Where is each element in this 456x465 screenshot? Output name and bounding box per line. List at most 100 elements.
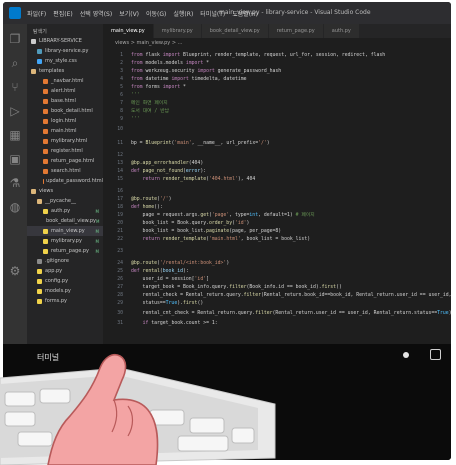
- file-tree-item[interactable]: search.html: [27, 166, 103, 176]
- code-line[interactable]: 24 @bp.route('/rental/<int:book_id>'): [103, 260, 451, 268]
- code-line[interactable]: 29 status==True).first(): [103, 300, 451, 308]
- code-line[interactable]: 23: [103, 248, 451, 256]
- file-tree-item[interactable]: models.py: [27, 286, 103, 296]
- editor-tabs: main_view.py mylibrary.py book_detail_view…: [103, 24, 451, 38]
- file-tree-item[interactable]: library-service.py: [27, 46, 103, 56]
- file-tree-item[interactable]: main_view.py M: [27, 226, 103, 236]
- code-line[interactable]: 1 from flask import Blueprint, render_tem…: [103, 52, 451, 60]
- line-number: 5: [120, 85, 123, 90]
- files-icon[interactable]: ❐: [8, 32, 22, 46]
- code-line[interactable]: 4 from datetime import timedelta, datetim…: [103, 76, 451, 84]
- file-type-icon: [37, 268, 42, 274]
- file-tree-label: forms.py: [45, 298, 67, 304]
- code-line[interactable]: 2 from models.models import *: [103, 60, 451, 68]
- gear-icon[interactable]: ⚙: [8, 264, 22, 278]
- line-number: 10: [117, 127, 123, 132]
- file-tree-label: models.py: [45, 288, 71, 294]
- code-line[interactable]: 20 book_list = Book.query.order_by('id'): [103, 220, 451, 228]
- git-status-badge: M: [95, 208, 99, 214]
- file-tree-item[interactable]: __pycache__: [27, 196, 103, 206]
- file-type-icon: [31, 188, 36, 194]
- code-line[interactable]: 10: [103, 126, 451, 134]
- code-line[interactable]: 8 도서 대여 / 반납: [103, 108, 451, 116]
- code-line[interactable]: 6 ''': [103, 92, 451, 100]
- menu-item[interactable]: 편집(E): [53, 9, 73, 18]
- file-tree-item[interactable]: forms.py: [27, 296, 103, 306]
- code-line[interactable]: 11 bp = Blueprint('main', __name__, url_p…: [103, 140, 451, 148]
- code-line[interactable]: 14 def page_not_found(error):: [103, 168, 451, 176]
- code-line[interactable]: 9 ''': [103, 116, 451, 124]
- open-in-new-window-icon[interactable]: [430, 349, 441, 360]
- code-line[interactable]: 21 book_list = book_list.paginate(page, …: [103, 228, 451, 236]
- file-type-icon: [43, 88, 48, 94]
- run-debug-icon[interactable]: ▷: [8, 104, 22, 118]
- menu-item[interactable]: 실행(R): [173, 9, 193, 18]
- code-line[interactable]: 19 page = request.args.get('page', type=…: [103, 212, 451, 220]
- code-line[interactable]: 22 return render_template('main.html', b…: [103, 236, 451, 244]
- file-tree-item[interactable]: update_password.html: [27, 176, 103, 186]
- file-tree-item[interactable]: login.html: [27, 116, 103, 126]
- file-tree-label: book_detail.html: [51, 108, 93, 114]
- code-line[interactable]: 12: [103, 152, 451, 160]
- code-text: status==True).first(): [131, 301, 204, 306]
- file-tree-item[interactable]: _navbar.html: [27, 76, 103, 86]
- file-tree-item[interactable]: .gitignore: [27, 256, 103, 266]
- code-editor[interactable]: 1 from flask import Blueprint, render_tem…: [103, 48, 451, 344]
- code-line[interactable]: 5 from forms import *: [103, 84, 451, 92]
- code-line[interactable]: 27 target_book = Book_info.query.filter(…: [103, 284, 451, 292]
- file-tree-item[interactable]: views: [27, 186, 103, 196]
- file-tree-label: base.html: [51, 98, 76, 104]
- editor-tab[interactable]: auth.py: [323, 24, 360, 38]
- menu-item[interactable]: 선택 영역(S): [80, 9, 112, 18]
- editor-tab[interactable]: book_detail_view.py: [201, 24, 269, 38]
- file-tree-item[interactable]: register.html: [27, 146, 103, 156]
- editor-tab[interactable]: return_page.py: [268, 24, 324, 38]
- extensions-icon[interactable]: ▦: [8, 128, 22, 142]
- file-type-icon: [43, 208, 48, 214]
- database-icon[interactable]: ◍: [8, 200, 22, 214]
- code-text: def page_not_found(error):: [131, 169, 207, 174]
- file-tree-item[interactable]: book_detail.html: [27, 106, 103, 116]
- code-line[interactable]: 7 메인 화면 페이지: [103, 100, 451, 108]
- file-tree-item[interactable]: templates: [27, 66, 103, 76]
- code-line[interactable]: 13 @bp.app_errorhandler(404): [103, 160, 451, 168]
- file-tree-item[interactable]: main.html: [27, 126, 103, 136]
- file-tree-item[interactable]: alert.html: [27, 86, 103, 96]
- file-tree-item[interactable]: book_detail_view.py M: [27, 216, 103, 226]
- testing-icon[interactable]: ⚗: [8, 176, 22, 190]
- editor-tab[interactable]: mylibrary.py: [153, 24, 202, 38]
- file-tree-item[interactable]: mylibrary.py M: [27, 236, 103, 246]
- code-line[interactable]: 18 def home():: [103, 204, 451, 212]
- file-tree-item[interactable]: LIBRARY-SERVICE: [27, 36, 103, 46]
- menu-item[interactable]: 이동(G): [146, 9, 166, 18]
- file-tree-item[interactable]: app.py: [27, 266, 103, 276]
- code-line[interactable]: 31 if target_book.count >= 1:: [103, 320, 451, 328]
- code-line[interactable]: 25 def rental(book_id):: [103, 268, 451, 276]
- code-line[interactable]: 17 @bp.route('/'): [103, 196, 451, 204]
- file-tree-item[interactable]: base.html: [27, 96, 103, 106]
- code-line[interactable]: 30 rental_cnt_check = Rental_return.quer…: [103, 310, 451, 318]
- code-text: from flask import Blueprint, render_temp…: [131, 53, 386, 58]
- file-tree-item[interactable]: config.py: [27, 276, 103, 286]
- file-tree-item[interactable]: return_page.html: [27, 156, 103, 166]
- source-control-icon[interactable]: ⑂: [8, 80, 22, 94]
- remote-icon[interactable]: ▣: [8, 152, 22, 166]
- file-tree-label: main.html: [51, 128, 77, 134]
- code-line[interactable]: 26 user_id = session['id']: [103, 276, 451, 284]
- tab-terminal[interactable]: 터미널: [37, 352, 59, 363]
- file-tree-item[interactable]: auth.py M: [27, 206, 103, 216]
- code-line[interactable]: 16: [103, 188, 451, 196]
- code-line[interactable]: 15 return render_template('404.html'), 4…: [103, 176, 451, 184]
- file-tree-item[interactable]: return_page.py M: [27, 246, 103, 256]
- code-line[interactable]: 3 from werkzeug.security import generate_…: [103, 68, 451, 76]
- file-tree-item[interactable]: my_style.css: [27, 56, 103, 66]
- breadcrumb[interactable]: views > main_view.py > ...: [103, 38, 451, 48]
- menu-item[interactable]: 파일(F): [27, 9, 46, 18]
- search-icon[interactable]: ⌕: [8, 56, 22, 70]
- editor-tab[interactable]: main_view.py: [103, 24, 154, 38]
- menu-item[interactable]: 보기(V): [119, 9, 139, 18]
- code-line[interactable]: 28 rental_check = Rental_return.query.fi…: [103, 292, 451, 300]
- code-text: @bp.route('/'): [131, 197, 172, 202]
- file-type-icon: [31, 38, 36, 44]
- file-tree-item[interactable]: mylibrary.html: [27, 136, 103, 146]
